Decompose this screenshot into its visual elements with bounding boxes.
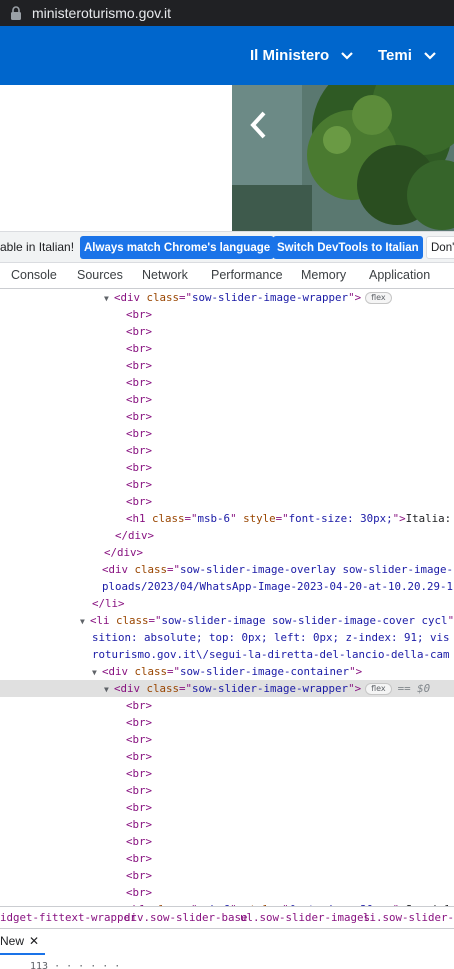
nav-item-ministero[interactable]: Il Ministero	[250, 26, 353, 85]
tree-node[interactable]: </li>	[0, 595, 454, 612]
tree-node[interactable]: <br>	[0, 731, 454, 748]
tree-node[interactable]: <br>	[0, 850, 454, 867]
tree-node[interactable]: ▼ <div class="sow-slider-image-wrapper"> f…	[0, 289, 454, 306]
tree-node[interactable]: </div>	[0, 527, 454, 544]
tab-sources[interactable]: Sources	[77, 268, 123, 282]
nav-item-temi[interactable]: Temi	[378, 26, 436, 85]
dont-show-button[interactable]: Don't	[426, 236, 454, 259]
tab-memory[interactable]: Memory	[301, 268, 346, 282]
tree-node[interactable]: <br>	[0, 867, 454, 884]
devtools-drawer: New ✕ 113 · · · · · ·	[0, 928, 454, 969]
expand-triangle-icon[interactable]: ▼	[80, 613, 90, 629]
tree-node[interactable]: <br>	[0, 833, 454, 850]
drawer-content: 113 · · · · · ·	[30, 961, 121, 969]
expand-triangle-icon[interactable]: ▼	[92, 664, 102, 680]
tree-node[interactable]: <br>	[0, 459, 454, 476]
tree-node[interactable]: ploads/2023/04/WhatsApp-Image-2023-04-20…	[0, 578, 454, 595]
tree-node[interactable]: <h1 class="msb-6" style="font-size: 30px…	[0, 510, 454, 527]
tree-node[interactable]: <br>	[0, 476, 454, 493]
tab-performance[interactable]: Performance	[211, 268, 283, 282]
tree-node[interactable]: <br>	[0, 391, 454, 408]
tree-node[interactable]: <br>	[0, 714, 454, 731]
devtools-tabs: Console Sources Network Performance Memo…	[0, 263, 454, 289]
tree-node[interactable]: sition: absolute; top: 0px; left: 0px; z…	[0, 629, 454, 646]
tree-node[interactable]: <br>	[0, 816, 454, 833]
tree-node[interactable]: <br>	[0, 799, 454, 816]
expand-triangle-icon[interactable]: ▼	[104, 681, 114, 697]
match-language-button[interactable]: Always match Chrome's language	[80, 236, 275, 259]
tree-node[interactable]: <br>	[0, 782, 454, 799]
tree-node[interactable]: <br>	[0, 748, 454, 765]
tree-node[interactable]: <br>	[0, 357, 454, 374]
selected-tree-node[interactable]: ▼ <div class="sow-slider-image-wrapper"> f…	[0, 680, 454, 697]
nav-item-label: Temi	[378, 47, 412, 64]
breadcrumb-item[interactable]: div.sow-slider-base	[124, 911, 248, 924]
tree-node[interactable]: ▼ <div class="sow-slider-image-container"…	[0, 663, 454, 680]
tree-node[interactable]: <br>	[0, 323, 454, 340]
dom-breadcrumbs: idget-fittext-wrapper div.sow-slider-bas…	[0, 906, 454, 928]
chevron-left-icon[interactable]	[248, 111, 270, 139]
tree-node[interactable]: <div class="sow-slider-image-overlay sow…	[0, 561, 454, 578]
tree-photo	[232, 85, 454, 231]
tab-console[interactable]: Console	[11, 268, 57, 282]
chevron-down-icon	[341, 51, 353, 60]
flex-badge[interactable]: flex	[365, 683, 392, 695]
tree-node[interactable]: <br>	[0, 765, 454, 782]
lock-icon	[11, 6, 21, 20]
tree-node[interactable]: <br>	[0, 493, 454, 510]
tree-node[interactable]: roturismo.gov.it\/segui-la-diretta-del-l…	[0, 646, 454, 663]
address-bar[interactable]: ministeroturismo.gov.it	[0, 0, 454, 26]
drawer-tab-label: New	[0, 934, 25, 948]
hero-slider	[0, 85, 454, 231]
site-navbar: Il Ministero Temi	[0, 26, 454, 85]
drawer-tab-new[interactable]: New ✕	[0, 929, 46, 955]
chevron-down-icon	[424, 51, 436, 60]
infobar-message: able in Italian!	[0, 240, 75, 254]
close-icon[interactable]: ✕	[29, 934, 39, 948]
tree-node[interactable]: <br>	[0, 442, 454, 459]
tree-node[interactable]: <br>	[0, 425, 454, 442]
switch-devtools-button[interactable]: Switch DevTools to Italian	[273, 236, 423, 259]
nav-item-label: Il Ministero	[250, 47, 330, 64]
breadcrumb-item[interactable]: li.sow-slider-imag	[363, 911, 454, 924]
tree-node[interactable]: ▼ <li class="sow-slider-image sow-slider-…	[0, 612, 454, 629]
tree-node[interactable]: <br>	[0, 697, 454, 714]
tree-node[interactable]: <br>	[0, 340, 454, 357]
tree-node[interactable]: <br>	[0, 374, 454, 391]
tree-node[interactable]: <br>	[0, 306, 454, 323]
breadcrumb-item[interactable]: ul.sow-slider-images	[240, 911, 370, 924]
tab-network[interactable]: Network	[142, 268, 188, 282]
tree-node[interactable]: </div>	[0, 544, 454, 561]
expand-triangle-icon[interactable]: ▼	[104, 290, 114, 306]
language-infobar: able in Italian! Always match Chrome's l…	[0, 231, 454, 263]
breadcrumb-item[interactable]: idget-fittext-wrapper	[0, 911, 137, 924]
tab-application[interactable]: Application	[369, 268, 430, 282]
flex-badge[interactable]: flex	[365, 292, 392, 304]
elements-tree: ▼ <div class="sow-slider-image-wrapper"> f…	[0, 289, 454, 906]
tree-node[interactable]: <br>	[0, 408, 454, 425]
slider-image	[232, 85, 454, 231]
url-text: ministeroturismo.gov.it	[32, 5, 172, 21]
tree-node[interactable]: <br>	[0, 884, 454, 901]
